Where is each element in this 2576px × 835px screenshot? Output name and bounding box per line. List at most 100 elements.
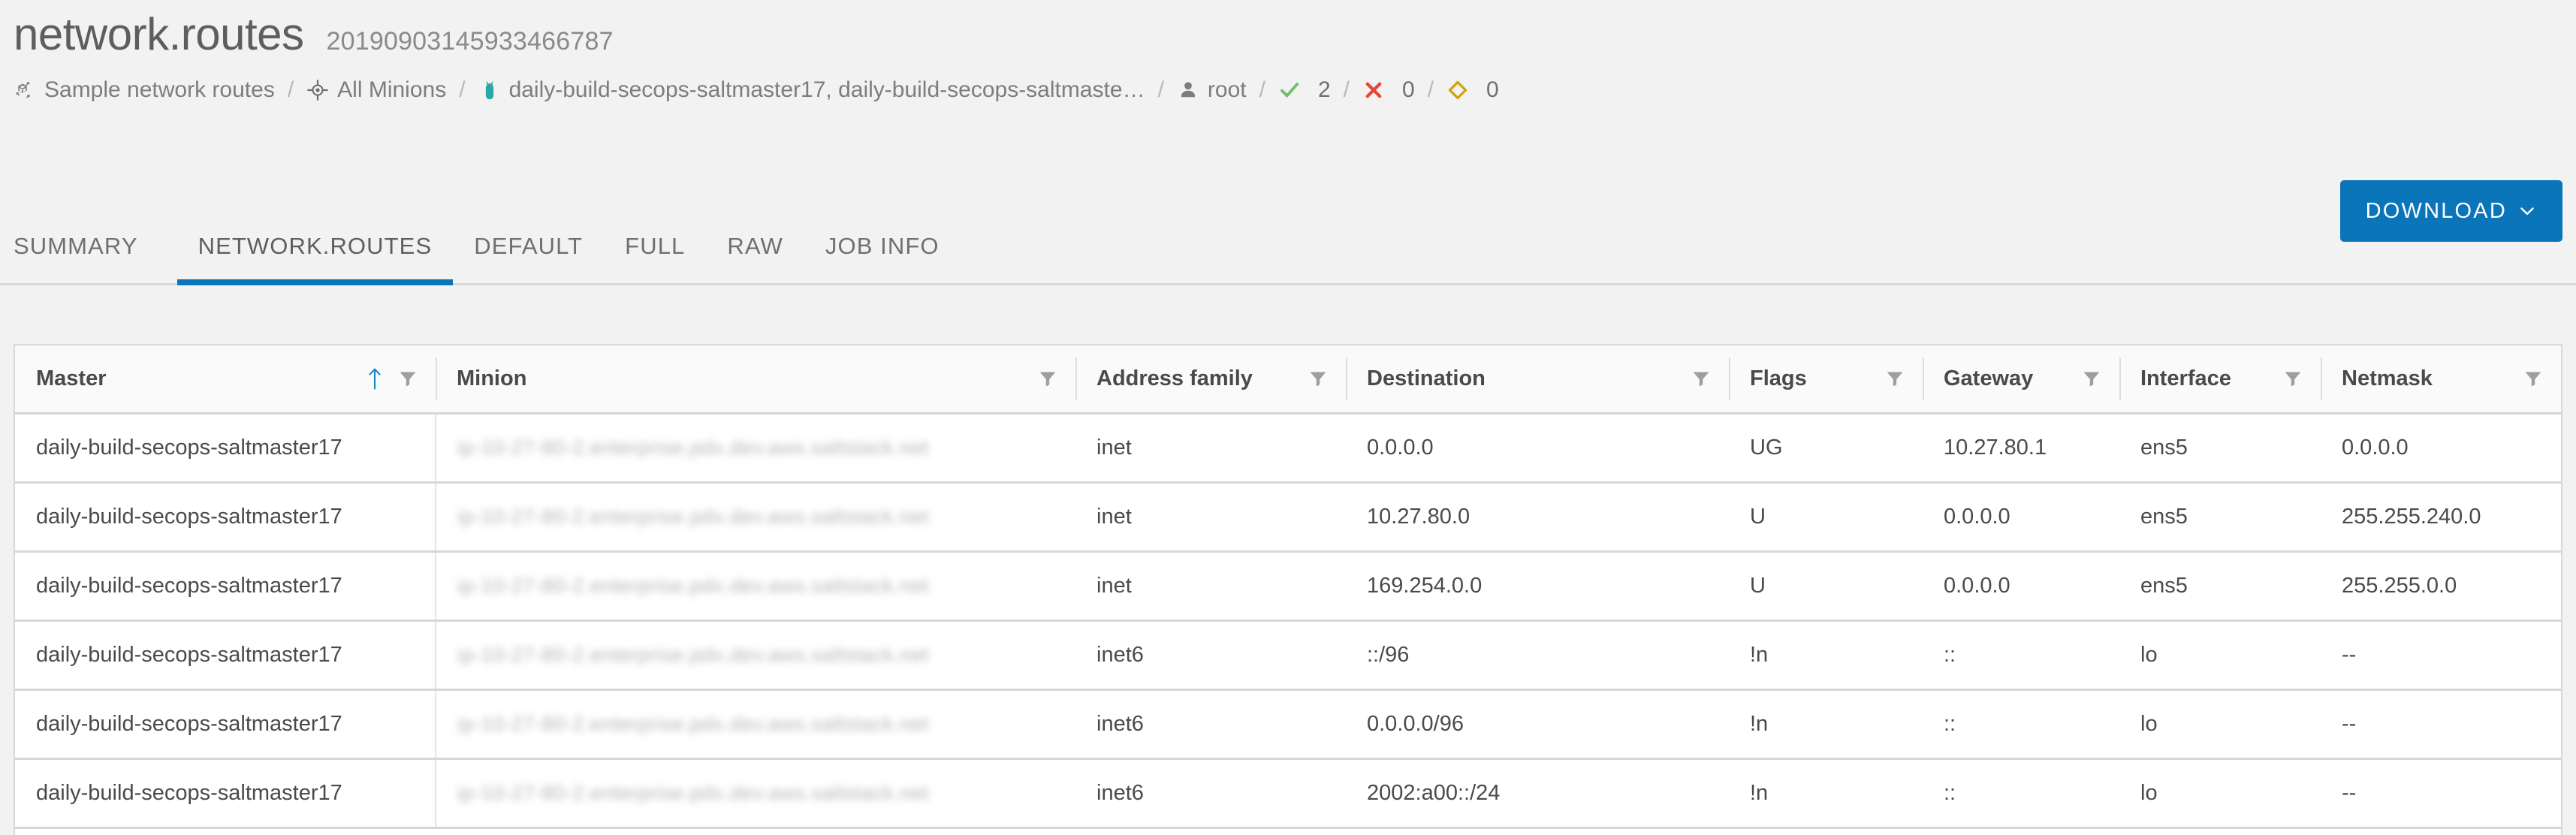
cell-master: daily-build-secops-saltmaster17	[15, 413, 436, 484]
cell-address-family: inet	[1075, 551, 1346, 622]
filter-icon[interactable]	[1038, 369, 1057, 388]
check-icon	[1278, 79, 1301, 101]
job-result-page: network.routes 20190903145933466787 Samp…	[0, 0, 2576, 835]
tab-job-info[interactable]: JOB INFO	[804, 215, 961, 283]
cell-netmask: --	[2321, 689, 2561, 760]
cell-address-family: inet6	[1075, 689, 1346, 760]
column-header-minion[interactable]: Minion	[436, 345, 1075, 414]
column-header-flags[interactable]: Flags	[1729, 345, 1923, 414]
column-header-label: Address family	[1096, 366, 1253, 390]
cell-netmask: 0.0.0.0	[2321, 413, 2561, 484]
breadcrumb-item-success-count[interactable]: 2	[1278, 77, 1331, 103]
cell-flags: !n	[1729, 689, 1923, 760]
cell-minion: ip-10-27-80-2.enterprise.pdx.dev.aws.sal…	[435, 413, 1075, 484]
filter-icon[interactable]	[2283, 369, 2303, 388]
title-row: network.routes 20190903145933466787	[14, 0, 2576, 57]
cell-destination: 10.27.80.0	[1346, 482, 1729, 553]
minion-icon	[478, 79, 501, 101]
cell-address-family: inet	[1075, 413, 1346, 484]
cell-address-family: inet	[1075, 482, 1346, 553]
cell-flags: U	[1729, 482, 1923, 553]
column-header-master[interactable]: Master	[15, 345, 436, 414]
column-header-label: Netmask	[2342, 366, 2433, 390]
cell-destination: 0.0.0.0	[1346, 413, 1729, 484]
column-header-label: Destination	[1367, 366, 1486, 390]
cell-minion: ip-10-27-80-2.enterprise.pdx.dev.aws.sal…	[435, 758, 1075, 829]
cell-address-family: inet6	[1075, 758, 1346, 829]
results-table-container: Master Minion Address family Destination…	[14, 344, 2562, 835]
page-title: network.routes	[14, 9, 304, 59]
table-row[interactable]: daily-build-secops-saltmaster17 ip-10-27…	[15, 620, 2561, 691]
table-row[interactable]: daily-build-secops-saltmaster17 ip-10-27…	[15, 689, 2561, 760]
breadcrumb-item-user[interactable]: root	[1177, 77, 1247, 103]
tab-summary[interactable]: SUMMARY	[14, 215, 159, 283]
filter-icon[interactable]	[1308, 369, 1328, 388]
cell-minion: ip-10-27-80-2.enterprise.pdx.dev.aws.sal…	[435, 551, 1075, 622]
cell-gateway: 0.0.0.0	[1923, 482, 2119, 553]
column-header-interface[interactable]: Interface	[2119, 345, 2321, 414]
filter-icon[interactable]	[2523, 369, 2543, 388]
filter-icon[interactable]	[1691, 369, 1711, 388]
breadcrumb-label: Sample network routes	[44, 77, 275, 102]
cell-master: daily-build-secops-saltmaster17	[15, 482, 436, 553]
table-body: daily-build-secops-saltmaster17 ip-10-27…	[15, 413, 2561, 829]
x-icon	[1362, 79, 1385, 101]
table-row[interactable]: daily-build-secops-saltmaster17 ip-10-27…	[15, 482, 2561, 553]
breadcrumb-separator: /	[459, 77, 466, 102]
cell-gateway: 10.27.80.1	[1923, 413, 2119, 484]
table-row[interactable]: daily-build-secops-saltmaster17 ip-10-27…	[15, 551, 2561, 622]
cell-interface: lo	[2119, 620, 2321, 691]
breadcrumb-item-sample-network-routes[interactable]: Sample network routes	[14, 77, 275, 103]
column-header-label: Flags	[1750, 366, 1807, 390]
page-header: network.routes 20190903145933466787 Samp…	[14, 0, 2576, 150]
breadcrumb-separator: /	[1259, 77, 1265, 102]
cell-gateway: 0.0.0.0	[1923, 551, 2119, 622]
cell-minion: ip-10-27-80-2.enterprise.pdx.dev.aws.sal…	[435, 689, 1075, 760]
column-header-label: Gateway	[1944, 366, 2034, 390]
tab-network-routes[interactable]: NETWORK.ROUTES	[176, 215, 454, 285]
cell-minion: ip-10-27-80-2.enterprise.pdx.dev.aws.sal…	[435, 482, 1075, 553]
breadcrumb-item-minions[interactable]: daily-build-secops-saltmaster17, daily-b…	[478, 77, 1145, 103]
results-table: Master Minion Address family Destination…	[15, 345, 2561, 829]
redacted-minion-name: ip-10-27-80-2.enterprise.pdx.dev.aws.sal…	[457, 505, 929, 528]
column-header-gateway[interactable]: Gateway	[1923, 345, 2119, 414]
breadcrumb-separator: /	[1343, 77, 1350, 102]
column-header-netmask[interactable]: Netmask	[2321, 345, 2561, 414]
cell-interface: ens5	[2119, 482, 2321, 553]
tab-raw[interactable]: RAW	[706, 215, 804, 283]
column-header-label: Minion	[457, 366, 527, 390]
column-header-destination[interactable]: Destination	[1346, 345, 1729, 414]
breadcrumb-item-failed-count[interactable]: 0	[1362, 77, 1415, 103]
redacted-minion-name: ip-10-27-80-2.enterprise.pdx.dev.aws.sal…	[457, 643, 929, 666]
cell-flags: !n	[1729, 620, 1923, 691]
cell-interface: ens5	[2119, 551, 2321, 622]
breadcrumb-label: daily-build-secops-saltmaster17, daily-b…	[508, 77, 1145, 102]
breadcrumb-item-warning-count[interactable]: 0	[1446, 77, 1499, 103]
cell-destination: 2002:a00::/24	[1346, 758, 1729, 829]
sort-ascending-icon[interactable]	[365, 367, 385, 390]
cell-interface: lo	[2119, 758, 2321, 829]
cell-destination: 0.0.0.0/96	[1346, 689, 1729, 760]
filter-icon[interactable]	[1885, 369, 1905, 388]
column-header-address-family[interactable]: Address family	[1075, 345, 1346, 414]
breadcrumb-item-all-minions[interactable]: All Minions	[306, 77, 446, 103]
tab-default[interactable]: DEFAULT	[453, 215, 604, 283]
target-icon	[306, 79, 329, 101]
job-id: 20190903145933466787	[326, 27, 614, 56]
failed-count-label: 0	[1402, 77, 1415, 102]
filter-icon[interactable]	[398, 369, 418, 388]
table-header-row: Master Minion Address family Destination…	[15, 345, 2561, 414]
table-row[interactable]: daily-build-secops-saltmaster17 ip-10-27…	[15, 413, 2561, 484]
column-header-label: Interface	[2140, 366, 2231, 390]
column-header-label: Master	[36, 366, 107, 390]
breadcrumb-separator: /	[1427, 77, 1434, 102]
redacted-minion-name: ip-10-27-80-2.enterprise.pdx.dev.aws.sal…	[457, 712, 929, 735]
filter-icon[interactable]	[2082, 369, 2101, 388]
warning-count-label: 0	[1486, 77, 1499, 102]
cell-destination: ::/96	[1346, 620, 1729, 691]
tab-full[interactable]: FULL	[604, 215, 706, 283]
tab-bar: SUMMARY NETWORK.ROUTES DEFAULT FULL RAW …	[0, 215, 2576, 285]
table-row[interactable]: daily-build-secops-saltmaster17 ip-10-27…	[15, 758, 2561, 829]
cell-gateway: ::	[1923, 620, 2119, 691]
cell-interface: lo	[2119, 689, 2321, 760]
